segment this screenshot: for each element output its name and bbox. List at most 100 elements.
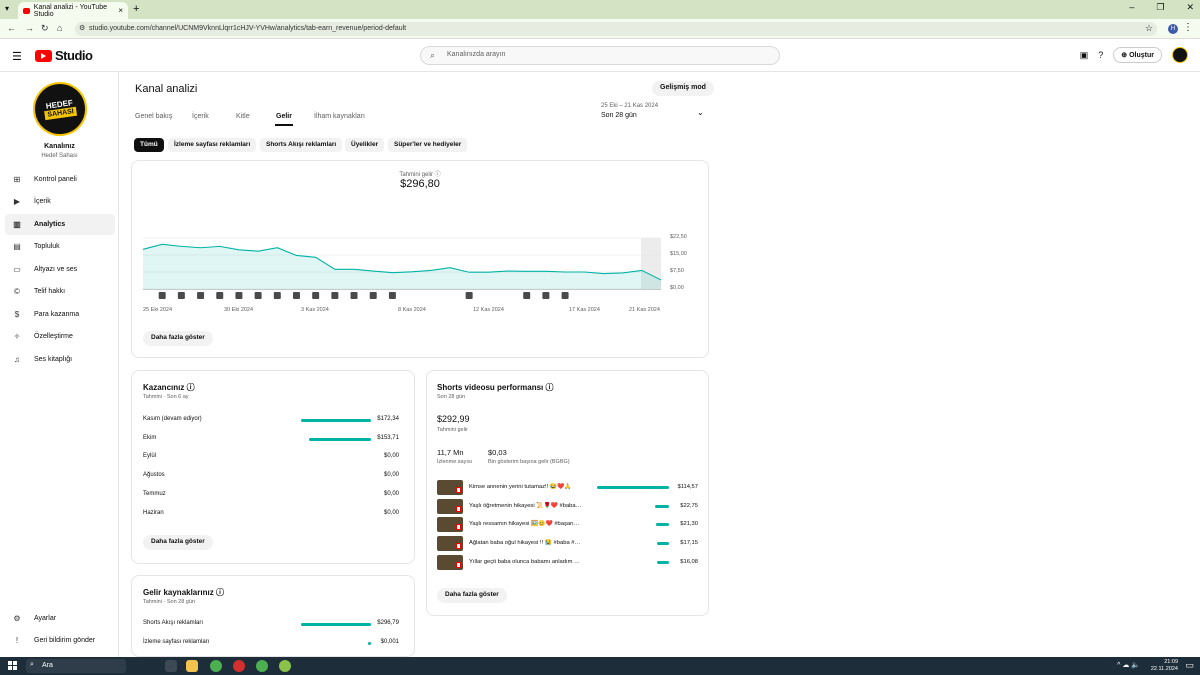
create-button[interactable]: ⊕ Oluştur — [1113, 47, 1162, 63]
filter-chip-3[interactable]: Üyelikler — [345, 138, 385, 152]
system-tray-icons[interactable]: ^ ☁ 🔈 — [1117, 661, 1140, 669]
filter-chip-0[interactable]: Tümü — [134, 138, 164, 152]
studio-logo[interactable]: Studio — [35, 48, 93, 63]
video-thumbnail[interactable] — [437, 536, 463, 552]
sidebar-item-4[interactable]: ▭ Altyazı ve ses — [5, 259, 115, 280]
new-tab-button[interactable]: + — [133, 3, 139, 15]
tab-0[interactable]: Genel bakış — [135, 113, 172, 120]
close-tab-icon[interactable]: × — [118, 6, 123, 15]
tab-1[interactable]: İçerik — [192, 113, 209, 120]
filter-chip-4[interactable]: Süper'ler ve hediyeler — [388, 138, 468, 152]
close-window-icon[interactable]: ✕ — [1186, 2, 1194, 13]
shorts-video-row[interactable]: Yıllar geçti baba olunca babamı anladım … — [437, 554, 698, 570]
task-view-icon[interactable] — [165, 660, 177, 672]
browser-tab[interactable]: Kanal analizi - YouTube Studio × — [18, 2, 128, 19]
shorts-badge-icon — [456, 505, 461, 512]
app-icon[interactable] — [233, 660, 245, 672]
browser-menu-icon[interactable]: ⋮ — [1183, 22, 1193, 33]
reload-icon[interactable]: ↻ — [41, 23, 49, 34]
video-thumbnail[interactable] — [437, 480, 463, 495]
sidebar-item-2[interactable]: ▥ Analytics — [5, 214, 115, 235]
home-icon[interactable]: ⌂ — [57, 23, 62, 33]
shorts-video-row[interactable]: Yaşlı öğretmenin hikayesi 📜🌹❤️ #baba… $22… — [437, 498, 698, 514]
sidebar-item-0[interactable]: ⊞ Kontrol paneli — [5, 169, 115, 190]
advanced-mode-button[interactable]: Gelişmiş mod — [652, 81, 714, 96]
sidebar-item-1[interactable]: ▶ İçerik — [5, 191, 115, 212]
bookmark-star-icon[interactable]: ☆ — [1145, 23, 1153, 34]
address-bar[interactable]: ⚙ studio.youtube.com/channel/UCNM9VknnLl… — [75, 22, 1157, 36]
shorts-video-row[interactable]: Kimse annenin yerini tutamaz!! 😂❤️🙏 $114,… — [437, 480, 698, 495]
chrome-icon[interactable] — [256, 660, 268, 672]
shorts-views: 11,7 Mn — [437, 448, 464, 457]
video-revenue: $17,15 — [680, 540, 698, 547]
video-thumbnail[interactable] — [437, 498, 463, 514]
video-title[interactable]: Yıllar geçti baba olunca babamı anladım … — [469, 559, 580, 565]
tab-2[interactable]: Kitle — [236, 113, 250, 120]
site-info-icon[interactable]: ⚙ — [79, 24, 85, 32]
source-row-label: Shorts Akışı reklamları — [143, 620, 204, 626]
source-bar — [301, 623, 371, 626]
chevron-down-icon[interactable]: ⌄ — [697, 108, 704, 117]
sidebar-item-label: Kontrol paneli — [34, 176, 77, 183]
date-range[interactable]: 25 Eki – 21 Kas 2024 — [601, 103, 658, 109]
help-icon[interactable]: ? — [1098, 50, 1103, 60]
taskbar-search[interactable]: ⌕ Ara — [26, 659, 126, 673]
earnings-title: Kazancınız ⓘ — [143, 382, 195, 393]
forward-icon[interactable]: → — [25, 23, 34, 33]
notifications-icon[interactable]: ▭ — [1185, 660, 1194, 671]
browser-tab-strip: ▾ Kanal analizi - YouTube Studio × + – ❐… — [0, 0, 1200, 19]
info-icon[interactable]: ⓘ — [545, 383, 553, 392]
video-revenue-bar — [597, 486, 669, 489]
sidebar-item-5[interactable]: © Telif hakkı — [5, 281, 115, 302]
sidebar-item-settings[interactable]: ⚙ Ayarlar — [5, 608, 115, 629]
video-thumbnail[interactable] — [437, 554, 463, 570]
windows-start-icon[interactable] — [8, 661, 17, 670]
shorts-video-row[interactable]: Ağlatan baba oğul hikayesi !! 😭 #baba #…… — [437, 536, 698, 552]
restore-icon[interactable]: ❐ — [1156, 2, 1164, 13]
filter-chip-1[interactable]: İzleme sayfası reklamları — [168, 138, 257, 152]
info-icon[interactable]: ⓘ — [216, 588, 224, 597]
tab-4[interactable]: İlham kaynakları — [314, 113, 365, 120]
sidebar-item-8[interactable]: ♫ Ses kitaplığı — [5, 349, 115, 370]
feedback-icon[interactable]: ▣ — [1080, 50, 1089, 61]
date-period[interactable]: Son 28 gün — [601, 112, 637, 119]
show-more-button[interactable]: Daha fazla göster — [437, 588, 507, 603]
shorts-title: Shorts videosu performansı ⓘ — [437, 382, 553, 393]
taskbar-clock[interactable]: 21:09 22.11.2024 — [1151, 659, 1178, 673]
x-tick-label: 17 Kas 2024 — [569, 307, 600, 313]
clock-date: 22.11.2024 — [1150, 666, 1178, 672]
sidebar-item-icon: ▥ — [13, 220, 21, 229]
shorts-video-row[interactable]: Yaşlı ressamın hikayesi 🖼️😊❤️ #başarı… $2… — [437, 517, 698, 533]
hamburger-menu-icon[interactable]: ☰ — [12, 50, 22, 63]
search-input[interactable]: ⌕ Kanalınızda arayın — [420, 46, 780, 65]
app-icon[interactable] — [279, 660, 291, 672]
info-icon[interactable]: ⓘ — [187, 383, 195, 392]
sidebar-item-feedback[interactable]: ! Geri bildirim gönder — [5, 630, 115, 651]
video-title[interactable]: Ağlatan baba oğul hikayesi !! 😭 #baba #… — [469, 540, 580, 546]
tab-search-icon[interactable]: ▾ — [5, 4, 9, 13]
earnings-row-value: $0,00 — [383, 472, 399, 479]
video-title[interactable]: Yaşlı ressamın hikayesi 🖼️😊❤️ #başarı… — [469, 521, 579, 527]
show-more-button[interactable]: Daha fazla göster — [143, 535, 213, 550]
earnings-row-label: Haziran — [143, 509, 164, 516]
show-more-button[interactable]: Daha fazla göster — [143, 331, 213, 346]
source-bar — [368, 642, 371, 645]
video-title[interactable]: Kimse annenin yerini tutamaz!! 😂❤️🙏 — [469, 484, 572, 490]
sidebar-item-label: Özelleştirme — [34, 333, 73, 340]
tab-3[interactable]: Gelir — [276, 113, 292, 120]
account-avatar[interactable] — [1172, 47, 1188, 63]
filter-chip-2[interactable]: Shorts Akışı reklamları — [260, 138, 343, 152]
sidebar-item-label: Geri bildirim gönder — [34, 637, 96, 644]
chrome-icon[interactable] — [210, 660, 222, 672]
video-title[interactable]: Yaşlı öğretmenin hikayesi 📜🌹❤️ #baba… — [469, 503, 581, 509]
shorts-badge-icon — [456, 487, 461, 493]
file-explorer-icon[interactable] — [186, 660, 198, 672]
video-thumbnail[interactable] — [437, 517, 463, 533]
sidebar-item-6[interactable]: $ Para kazanma — [5, 304, 115, 325]
minimize-icon[interactable]: – — [1129, 2, 1134, 13]
profile-avatar[interactable]: H — [1168, 24, 1178, 34]
sidebar-item-3[interactable]: ▤ Topluluk — [5, 236, 115, 257]
video-marker — [158, 292, 166, 299]
sidebar-item-7[interactable]: ✧ Özelleştirme — [5, 326, 115, 347]
back-icon[interactable]: ← — [7, 23, 16, 33]
